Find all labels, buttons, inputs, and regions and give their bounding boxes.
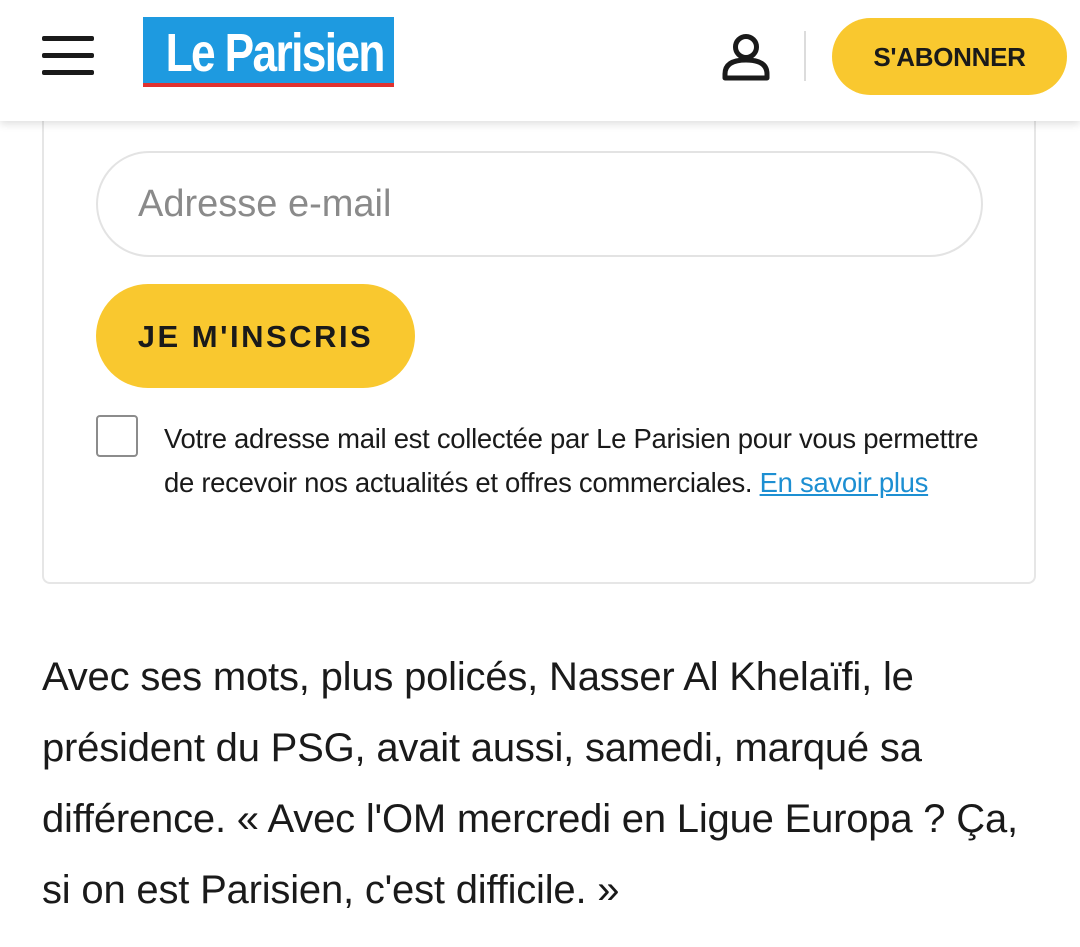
learn-more-link[interactable]: En savoir plus	[760, 467, 929, 498]
menu-bar	[42, 36, 94, 41]
logo-underline	[143, 83, 394, 87]
user-account-icon[interactable]	[720, 32, 772, 82]
hamburger-menu-icon[interactable]	[42, 36, 94, 76]
email-input[interactable]	[96, 151, 983, 257]
site-header: Le Parisien S'ABONNER	[0, 0, 1080, 121]
le-parisien-logo[interactable]: Le Parisien	[143, 17, 394, 89]
article-paragraph: Avec ses mots, plus policés, Nasser Al K…	[42, 655, 1018, 912]
logo-background: Le Parisien	[143, 17, 394, 83]
consent-notice: Votre adresse mail est collectée par Le …	[164, 417, 984, 505]
menu-bar	[42, 53, 94, 58]
signup-button[interactable]: JE M'INSCRIS	[96, 284, 415, 388]
header-divider	[804, 31, 806, 81]
subscribe-button[interactable]: S'ABONNER	[832, 18, 1067, 95]
logo-text: Le Parisien	[165, 23, 386, 83]
menu-bar	[42, 70, 94, 75]
consent-checkbox[interactable]	[96, 415, 138, 457]
